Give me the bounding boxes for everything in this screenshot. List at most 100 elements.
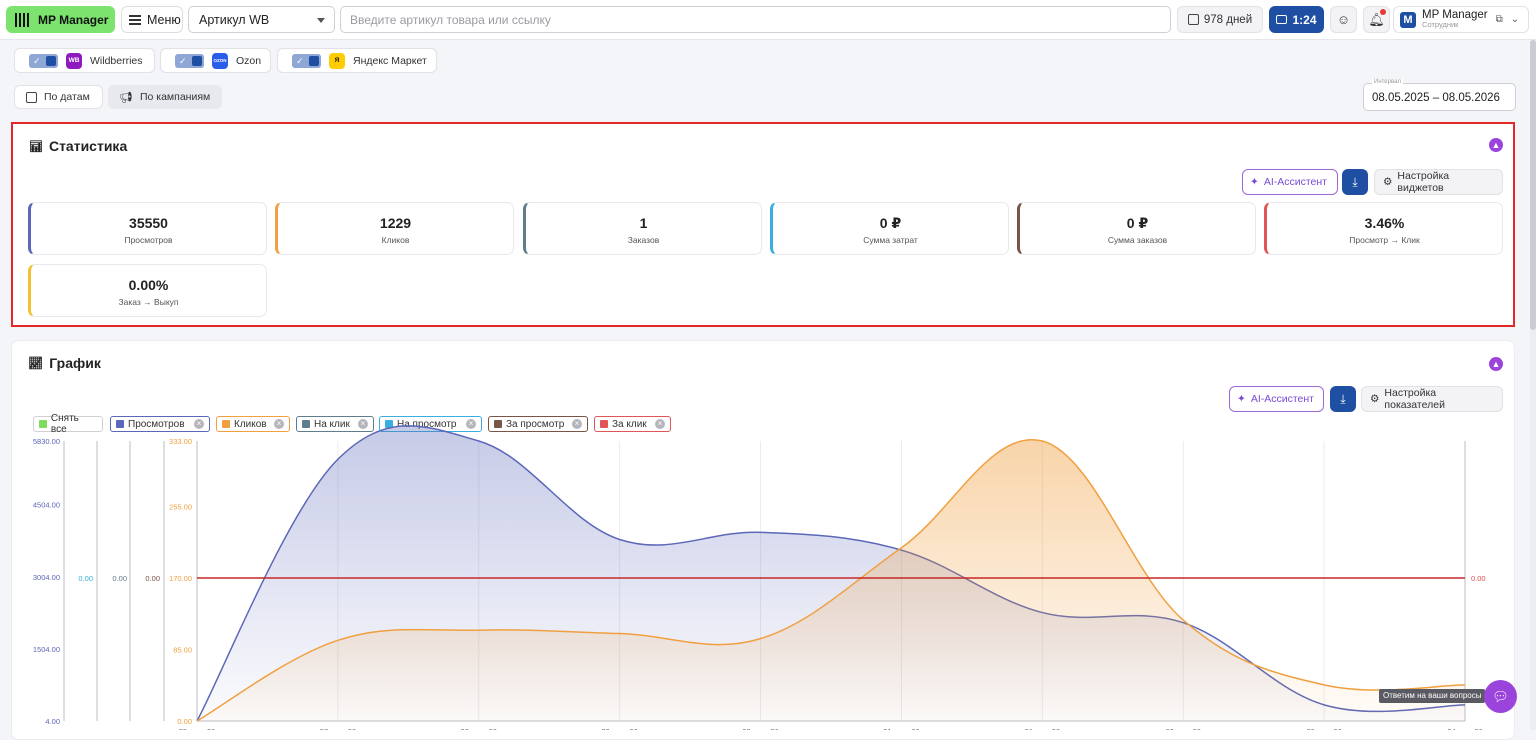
- legend-swatch: [222, 420, 230, 428]
- remove-icon[interactable]: ×: [274, 419, 284, 429]
- download-icon: ⤓: [1340, 391, 1346, 406]
- stat-card-orders: 1 Заказов: [523, 202, 762, 255]
- legend-swatch: [116, 420, 124, 428]
- download-button[interactable]: ⤓: [1330, 386, 1356, 412]
- avatar: M: [1400, 11, 1416, 28]
- collapse-icon[interactable]: ▲: [1489, 357, 1503, 371]
- gear-icon: ⚙: [1383, 176, 1393, 188]
- legend-label: За клик: [612, 418, 647, 430]
- smile-icon: ☺: [1336, 12, 1351, 27]
- stat-value: 1: [639, 215, 648, 231]
- marketplace-label: Wildberries: [90, 54, 143, 67]
- notifications-button[interactable]: 🔔︎: [1363, 6, 1390, 33]
- subscription-days-button[interactable]: 978 дней: [1177, 6, 1263, 33]
- legend-item[interactable]: Кликов ×: [216, 416, 290, 432]
- remove-icon[interactable]: ×: [655, 419, 665, 429]
- stat-card-spend: 0 ₽ Сумма затрат: [770, 202, 1009, 255]
- legend-item[interactable]: На клик ×: [296, 416, 374, 432]
- marketplace-wildberries[interactable]: WB Wildberries: [14, 48, 155, 73]
- stat-card-ctr: 3.46% Просмотр → Клик: [1264, 202, 1503, 255]
- statistics-title: 📊︎ Статистика: [29, 138, 127, 154]
- notification-dot: [1380, 9, 1386, 15]
- stat-label: Просмотров: [124, 235, 173, 245]
- ai-assistant-button[interactable]: ✦ AI-Ассистент: [1242, 169, 1338, 195]
- view-by-dates-button[interactable]: По датам: [14, 85, 103, 109]
- scrollbar-thumb[interactable]: [1530, 40, 1536, 330]
- gear-icon: ⚙: [1370, 393, 1380, 405]
- app-logo-text: MP Manager: [38, 12, 109, 27]
- remove-icon[interactable]: ×: [572, 419, 582, 429]
- legend-label: На просмотр: [397, 418, 457, 430]
- widget-settings-button[interactable]: ⚙ Настройка виджетов: [1374, 169, 1503, 195]
- copy-icon[interactable]: ⧉: [1496, 14, 1503, 25]
- date-interval-picker[interactable]: Интервал 08.05.2025 – 08.05.2026: [1363, 79, 1516, 111]
- support-chat-button[interactable]: 💬︎: [1484, 680, 1517, 713]
- calendar-icon: [1187, 14, 1199, 25]
- menu-button[interactable]: Меню: [121, 6, 183, 33]
- view-by-campaigns-label: По кампаниям: [139, 91, 211, 103]
- stat-label: Просмотр → Клик: [1349, 235, 1420, 245]
- toggle-switch[interactable]: [292, 53, 321, 68]
- page-scrollbar[interactable]: [1530, 40, 1536, 730]
- graph-title-text: График: [49, 355, 101, 371]
- toggle-switch[interactable]: [175, 53, 204, 68]
- marketplace-label: Ozon: [236, 54, 262, 67]
- marketplace-label: Яндекс Маркет: [353, 54, 427, 67]
- legend-item[interactable]: За клик ×: [594, 416, 671, 432]
- ai-assistant-label: AI-Ассистент: [1250, 393, 1314, 405]
- stat-value: 0 ₽: [879, 215, 902, 231]
- stat-value: 0 ₽: [1126, 215, 1149, 231]
- legend-label: На клик: [314, 418, 350, 430]
- legend-item[interactable]: Просмотров ×: [110, 416, 210, 432]
- stat-label: Сумма заказов: [1107, 235, 1168, 245]
- legend-swatch: [39, 420, 47, 428]
- stats-icon: 📊︎: [29, 140, 43, 153]
- legend-item[interactable]: За просмотр ×: [488, 416, 588, 432]
- remove-icon[interactable]: ×: [194, 419, 204, 429]
- stat-card-clicks: 1229 Кликов: [275, 202, 514, 255]
- wildberries-icon: WB: [66, 52, 82, 69]
- graph-panel: 📈︎ График ▲ ✦ AI-Ассистент ⤓ ⚙ Настройка…: [11, 340, 1515, 740]
- search-type-select[interactable]: Артикул WB: [188, 6, 335, 33]
- ozon-icon: OZON: [212, 52, 228, 69]
- legend-item[interactable]: На просмотр ×: [379, 416, 482, 432]
- barcode-icon: [15, 12, 31, 27]
- marketplace-yandex[interactable]: Я Яндекс Маркет: [277, 48, 437, 73]
- metrics-settings-label: Настройка показателей: [1384, 387, 1445, 411]
- video-timer-button[interactable]: 1:24: [1269, 6, 1324, 33]
- interval-label: Интервал: [1372, 79, 1403, 85]
- user-menu[interactable]: M MP Manager Сотрудник ⧉ ⌄: [1393, 6, 1529, 33]
- download-button[interactable]: ⤓: [1342, 169, 1368, 195]
- download-icon: ⤓: [1352, 174, 1358, 189]
- remove-icon[interactable]: ×: [466, 419, 476, 429]
- app-logo[interactable]: MP Manager: [6, 6, 115, 33]
- hamburger-icon: [129, 14, 141, 25]
- legend-item[interactable]: Снять все: [33, 413, 103, 435]
- toggle-switch[interactable]: [29, 53, 58, 68]
- statistics-title-text: Статистика: [48, 138, 128, 154]
- stat-card-views: 35550 Просмотров: [28, 202, 267, 255]
- chat-icon: 💬︎: [1492, 688, 1509, 704]
- legend-swatch: [385, 420, 393, 428]
- collapse-icon[interactable]: ▲: [1489, 138, 1503, 152]
- user-role: Сотрудник: [1422, 20, 1459, 29]
- search-input[interactable]: [340, 6, 1171, 33]
- view-by-campaigns-button[interactable]: 📢︎ По кампаниям: [108, 85, 222, 109]
- stat-card-order-sum: 0 ₽ Сумма заказов: [1017, 202, 1256, 255]
- subscription-days-label: 978 дней: [1203, 13, 1253, 26]
- menu-label: Меню: [147, 12, 181, 27]
- marketplace-ozon[interactable]: OZON Ozon: [160, 48, 271, 73]
- remove-icon[interactable]: ×: [358, 419, 368, 429]
- ai-assistant-button[interactable]: ✦ AI-Ассистент: [1229, 386, 1324, 412]
- chevron-down-icon: ⌄: [1510, 14, 1520, 25]
- legend-label: Кликов: [234, 418, 267, 430]
- stat-label: Заказ → Выкуп: [118, 297, 179, 307]
- emoji-button[interactable]: ☺: [1330, 6, 1357, 33]
- stat-value: 1229: [379, 215, 412, 231]
- statistics-panel: 📊︎ Статистика ▲ ✦ AI-Ассистент ⤓ ⚙ Настр…: [11, 122, 1515, 327]
- metrics-settings-button[interactable]: ⚙ Настройка показателей: [1361, 386, 1503, 412]
- view-by-dates-label: По датам: [44, 91, 90, 103]
- stat-label: Сумма затрат: [863, 235, 918, 245]
- timer-value: 1:24: [1292, 12, 1317, 27]
- legend-swatch: [302, 420, 310, 428]
